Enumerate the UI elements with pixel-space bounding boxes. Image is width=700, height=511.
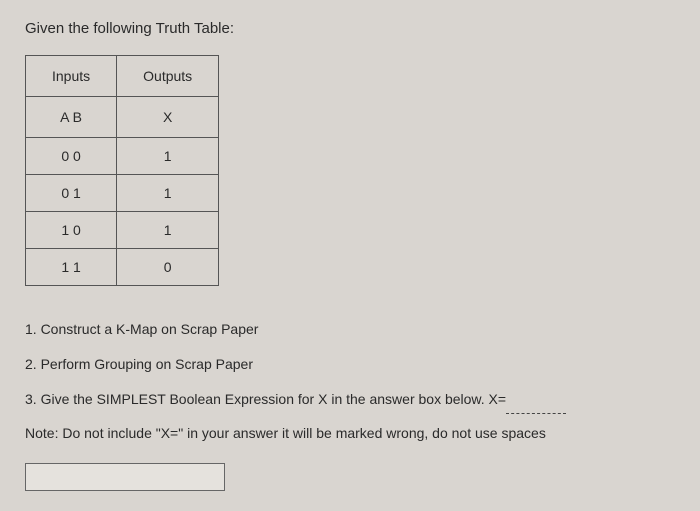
header-outputs: Outputs bbox=[117, 56, 219, 97]
header-ab: A B bbox=[26, 97, 117, 138]
header-x: X bbox=[117, 97, 219, 138]
cell-output: 1 bbox=[117, 138, 219, 175]
cell-output: 1 bbox=[117, 175, 219, 212]
cell-input: 0 1 bbox=[26, 175, 117, 212]
table-row: 1 0 1 bbox=[26, 212, 219, 249]
answer-input[interactable] bbox=[25, 463, 225, 491]
instruction-step-1: 1. Construct a K-Map on Scrap Paper bbox=[25, 314, 675, 345]
instructions: 1. Construct a K-Map on Scrap Paper 2. P… bbox=[25, 314, 675, 449]
instruction-step-3: 3. Give the SIMPLEST Boolean Expression … bbox=[25, 384, 675, 415]
table-row: 1 1 0 bbox=[26, 249, 219, 286]
cell-input: 1 1 bbox=[26, 249, 117, 286]
truth-table: Inputs Outputs A B X 0 0 1 0 1 1 1 0 1 1… bbox=[25, 55, 219, 286]
table-row: 0 1 1 bbox=[26, 175, 219, 212]
table-subheader-row: A B X bbox=[26, 97, 219, 138]
cell-output: 1 bbox=[117, 212, 219, 249]
page-title: Given the following Truth Table: bbox=[25, 20, 675, 37]
header-inputs: Inputs bbox=[26, 56, 117, 97]
cell-input: 0 0 bbox=[26, 138, 117, 175]
table-header-row: Inputs Outputs bbox=[26, 56, 219, 97]
instruction-step-2: 2. Perform Grouping on Scrap Paper bbox=[25, 349, 675, 380]
cell-input: 1 0 bbox=[26, 212, 117, 249]
instruction-note: Note: Do not include "X=" in your answer… bbox=[25, 418, 675, 449]
table-row: 0 0 1 bbox=[26, 138, 219, 175]
answer-blank-line bbox=[506, 413, 566, 414]
cell-output: 0 bbox=[117, 249, 219, 286]
instruction-step-3-text: 3. Give the SIMPLEST Boolean Expression … bbox=[25, 391, 506, 407]
